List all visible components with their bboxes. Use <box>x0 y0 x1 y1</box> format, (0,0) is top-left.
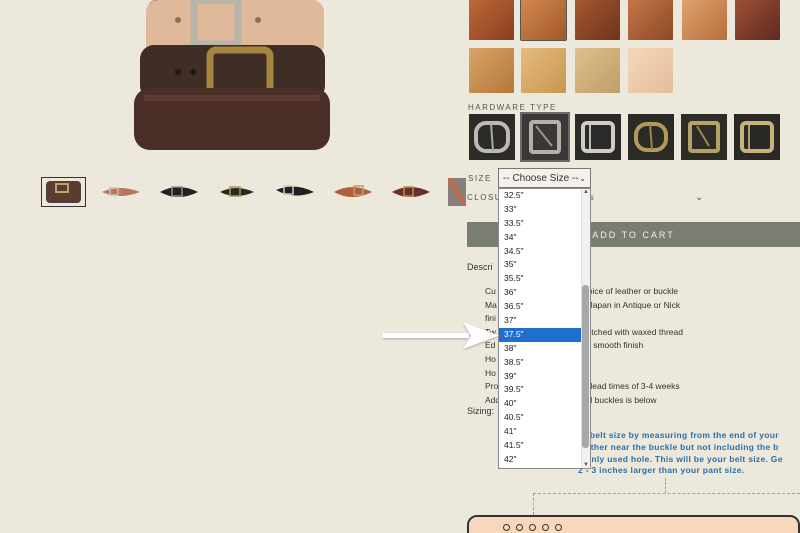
belt-hole <box>516 524 523 531</box>
size-select-value: -- Choose Size -- <box>503 172 579 184</box>
buckle-option[interactable] <box>469 114 515 160</box>
size-option[interactable]: 40.5" <box>499 411 590 425</box>
buckle-option[interactable] <box>575 114 621 160</box>
leather-swatch[interactable] <box>575 0 620 40</box>
sizing-note-line: leather near the buckle but not includin… <box>578 441 779 452</box>
leather-swatch[interactable] <box>628 48 673 93</box>
leather-swatch[interactable] <box>469 48 514 93</box>
size-option[interactable]: 41" <box>499 425 590 439</box>
size-option[interactable]: 33" <box>499 203 590 217</box>
leather-swatch[interactable] <box>520 0 567 41</box>
leather-swatch[interactable] <box>575 48 620 93</box>
size-option[interactable]: 35" <box>499 258 590 272</box>
buckle-option[interactable] <box>628 114 674 160</box>
leather-swatch[interactable] <box>735 0 780 40</box>
thumbnail[interactable] <box>100 178 143 206</box>
scroll-up-icon[interactable]: ▲ <box>583 189 589 195</box>
size-option[interactable]: 42" <box>499 453 590 467</box>
product-main-image <box>134 0 330 150</box>
buckle-option[interactable] <box>734 114 780 160</box>
size-option[interactable]: 35.5" <box>499 272 590 286</box>
diagram-guide <box>533 493 800 494</box>
description-title: Descri <box>467 262 493 272</box>
sizing-note-line: ur belt size by measuring from the end o… <box>578 430 779 440</box>
thumbnail-strip <box>41 176 481 208</box>
chevron-down-icon: ⌄ <box>579 173 586 183</box>
buckle-option[interactable] <box>520 112 570 162</box>
thumbnail[interactable] <box>274 178 317 206</box>
size-option[interactable]: 39" <box>499 370 590 384</box>
size-option[interactable]: 34" <box>499 231 590 245</box>
size-option[interactable]: 37" <box>499 314 590 328</box>
leather-swatch[interactable] <box>682 0 727 40</box>
diagram-guide <box>665 478 666 493</box>
size-option[interactable]: 32.5" <box>499 189 590 203</box>
thumbnail[interactable] <box>41 177 86 207</box>
belt-hole <box>503 524 510 531</box>
hardware-type-label: HARDWARE TYPE <box>468 103 557 112</box>
size-option[interactable]: 38" <box>499 342 590 356</box>
size-option[interactable]: 33.5" <box>499 217 590 231</box>
leather-swatch[interactable] <box>521 48 566 93</box>
size-dropdown-list[interactable]: 32.5" 33" 33.5" 34" 34.5" 35" 35.5" 36" 36.5" 37"… <box>498 188 591 469</box>
sizing-note: ur belt size by measuring from the end o… <box>578 430 800 477</box>
size-option[interactable]: 37.5" <box>499 327 590 342</box>
size-label: SIZE <box>468 174 492 183</box>
diagram-guide <box>533 493 534 515</box>
size-option[interactable]: 39.5" <box>499 383 590 397</box>
scroll-down-icon[interactable]: ▼ <box>583 462 589 468</box>
belt-hole <box>542 524 549 531</box>
scrollbar[interactable]: ▲ ▼ <box>581 189 590 468</box>
sizing-label: Sizing: <box>467 406 495 416</box>
size-option[interactable]: 40" <box>499 397 590 411</box>
thumbnail[interactable] <box>332 178 375 206</box>
size-option[interactable]: 36" <box>499 286 590 300</box>
thumbnail[interactable] <box>216 178 259 206</box>
arrow-right-icon <box>383 322 499 349</box>
thumbnail[interactable] <box>390 178 433 206</box>
closure-label: CLOSU <box>467 193 503 202</box>
sizing-note-line: monly used hole. This will be your belt … <box>578 453 783 464</box>
size-option[interactable]: 38.5" <box>499 356 590 370</box>
size-option[interactable]: 36.5" <box>499 300 590 314</box>
leather-swatch[interactable] <box>628 0 673 40</box>
thumbnail[interactable] <box>158 178 201 206</box>
size-option[interactable]: 41.5" <box>499 439 590 453</box>
belt-hole <box>555 524 562 531</box>
size-option[interactable]: 34.5" <box>499 245 590 259</box>
scrollbar-thumb[interactable] <box>582 285 589 448</box>
belt-hole <box>529 524 536 531</box>
thumbnail[interactable] <box>446 176 468 208</box>
chevron-down-icon: ⌄ <box>695 192 705 203</box>
buckle-option[interactable] <box>681 114 727 160</box>
sizing-note-line: 2 - 3 inches larger than your pant size. <box>578 465 745 476</box>
leather-swatch[interactable] <box>469 0 514 40</box>
size-select[interactable]: -- Choose Size -- ⌄ <box>498 168 591 188</box>
